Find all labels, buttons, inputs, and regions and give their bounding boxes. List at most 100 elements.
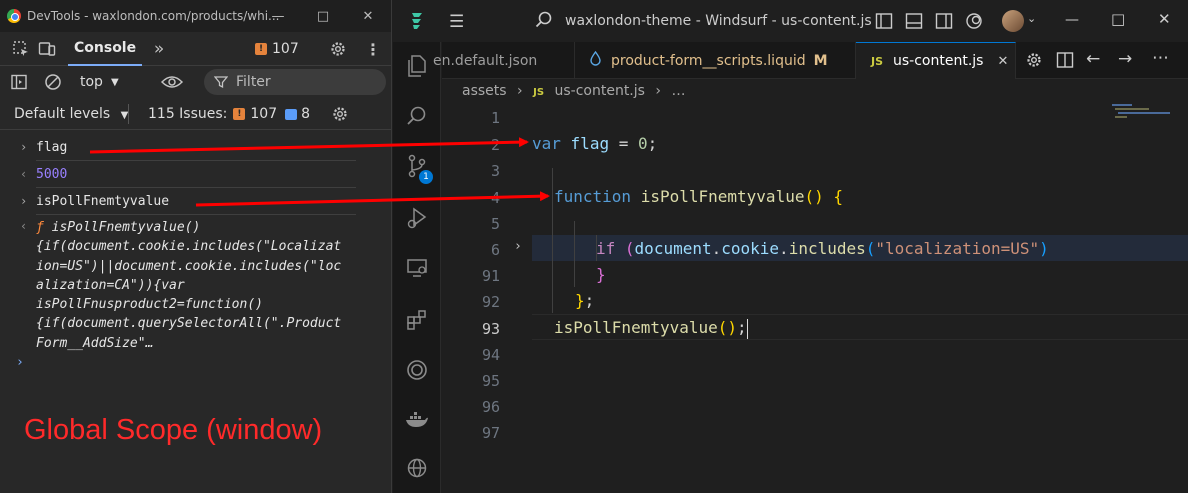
levels-bar: Default levels ▼ 115 Issues: ! 107 8 [0,98,391,130]
expand-chevron-icon[interactable]: › [20,194,27,208]
line-number: 95 [481,372,500,390]
devtools-window-title: DevTools - waxlondon.com/products/whi... [27,9,280,23]
chevron-right-icon: › [517,83,523,99]
gear-icon[interactable] [325,36,351,62]
windsurf-logo-icon [409,11,425,35]
function-source-text: isPollFnemtyvalue() {if(document.cookie.… [36,220,342,351]
function-source-preview[interactable]: ƒ isPollFnemtyvalue() {if(document.cooki… [36,218,366,353]
tab-product-form-scripts[interactable]: product-form__scripts.liquid M [575,42,856,79]
breadcrumb-file[interactable]: us-content.js [554,83,644,99]
line-number: 1 [490,109,500,127]
tab-en-default-json[interactable]: en.default.json [433,42,575,79]
kebab-menu-icon[interactable]: ⋮ [360,36,386,62]
tab-label: product-form__scripts.liquid [611,52,806,69]
issues-badge[interactable]: ! 107 [255,41,299,57]
code-line-4: function isPollFnemtyvalue() { [554,187,844,206]
toggle-sidebar-icon[interactable] [875,12,893,34]
tab-label: us-content.js [893,53,984,69]
code-line-92: }; [575,291,595,310]
code-editor[interactable]: 1 2 3 4 5 6 91 92 93 94 95 96 97 › var flag = 0; fun… [442,104,1188,493]
context-select[interactable]: top ▼ [80,74,119,90]
globe-icon[interactable] [405,456,429,480]
line-number: 5 [490,215,500,233]
breadcrumb-symbol[interactable]: … [671,83,685,99]
arrow-left-icon[interactable]: ← [1086,49,1100,69]
editor-window-title[interactable]: waxlondon-theme - Windsurf - us-content.… [565,13,872,29]
clear-console-icon[interactable] [40,69,66,95]
eye-icon[interactable] [159,69,185,95]
filter-input[interactable]: Filter [204,69,386,95]
default-levels-select[interactable]: Default levels ▼ [14,106,128,122]
line-number: 6 [490,241,500,259]
breadcrumb: assets › JS us-content.js › … [462,83,685,99]
global-scope-annotation: Global Scope (window) [24,414,323,446]
expand-chevron-icon[interactable]: › [20,140,27,154]
line-number: 2 [490,136,500,154]
close-icon[interactable]: ✕ [348,0,388,32]
extensions-icon[interactable] [405,308,429,332]
toggle-secondary-sidebar-icon[interactable] [935,12,953,34]
more-actions-icon[interactable]: ⋯ [1152,48,1169,68]
activity-bar: 1 [393,42,441,493]
line-number: 3 [490,162,500,180]
search-icon[interactable] [535,11,553,33]
docker-icon[interactable] [405,408,429,432]
breadcrumb-folder[interactable]: assets [462,83,507,99]
chrome-logo-icon [7,9,21,23]
issues-summary[interactable]: 115 Issues: ! 107 8 [148,106,310,122]
code-line-6: if (document.cookie.includes("localizati… [596,239,1049,258]
explorer-icon[interactable] [405,54,429,78]
result-arrow-icon: ‹ [20,219,28,233]
minimap[interactable] [1112,104,1170,124]
devtools-window: DevTools - waxlondon.com/products/whi...… [0,0,392,493]
chevron-right-icon: › [655,83,661,99]
maximize-icon[interactable]: □ [303,0,343,32]
levels-label: Default levels [14,105,111,122]
issues-info-count: 8 [301,106,311,122]
minimize-icon[interactable]: — [258,0,298,32]
console-result-value: 5000 [36,167,68,182]
hamburger-menu-icon[interactable]: ☰ [449,12,464,32]
warning-icon: ! [255,43,267,55]
timeline-icon[interactable] [405,358,429,382]
arrow-right-icon[interactable]: → [1118,49,1132,69]
dropdown-arrow-icon: ▼ [110,76,119,88]
divider [128,104,129,124]
avatar[interactable] [1002,10,1024,32]
function-glyph: ƒ [36,220,44,235]
close-tab-icon[interactable]: ✕ [997,54,1008,69]
editor-titlebar: ☰ waxlondon-theme - Windsurf - us-conten… [393,0,1188,42]
device-toolbar-icon[interactable] [34,36,60,62]
sidebar-toggle-icon[interactable] [6,69,32,95]
indent-guide [552,168,553,313]
remote-explorer-icon[interactable] [405,256,429,280]
warning-icon: ! [233,108,246,120]
split-editor-icon[interactable] [1056,51,1074,73]
windsurf-cascade-icon[interactable] [965,12,983,34]
editor-tabbar: en.default.json product-form__scripts.li… [433,42,1188,79]
maximize-icon[interactable]: □ [1111,10,1125,28]
inspect-element-icon[interactable] [8,36,34,62]
chevron-down-icon[interactable]: ⌄ [1027,12,1036,25]
context-label: top [80,74,103,90]
toggle-panel-icon[interactable] [905,12,923,34]
line-number: 93 [481,320,500,338]
console-prompt-icon[interactable]: › [16,355,24,370]
console-settings-icon[interactable] [327,101,353,127]
close-icon[interactable]: ✕ [1158,10,1171,28]
code-line-2: var flag = 0; [532,134,658,153]
filter-icon [214,76,228,89]
gear-icon[interactable] [1025,51,1043,73]
tab-us-content-js[interactable]: JS us-content.js ✕ [856,42,1016,79]
search-icon[interactable] [405,104,429,128]
fold-chevron-icon[interactable]: › [514,239,522,254]
line-number: 97 [481,424,500,442]
run-debug-icon[interactable] [405,206,429,230]
minimize-icon[interactable]: — [1065,12,1079,28]
more-tabs-icon[interactable]: » [146,36,172,62]
filter-placeholder: Filter [236,74,271,90]
tab-console[interactable]: Console [68,32,143,66]
divider [36,187,356,188]
line-number: 92 [481,293,500,311]
indent-guide [574,221,575,287]
